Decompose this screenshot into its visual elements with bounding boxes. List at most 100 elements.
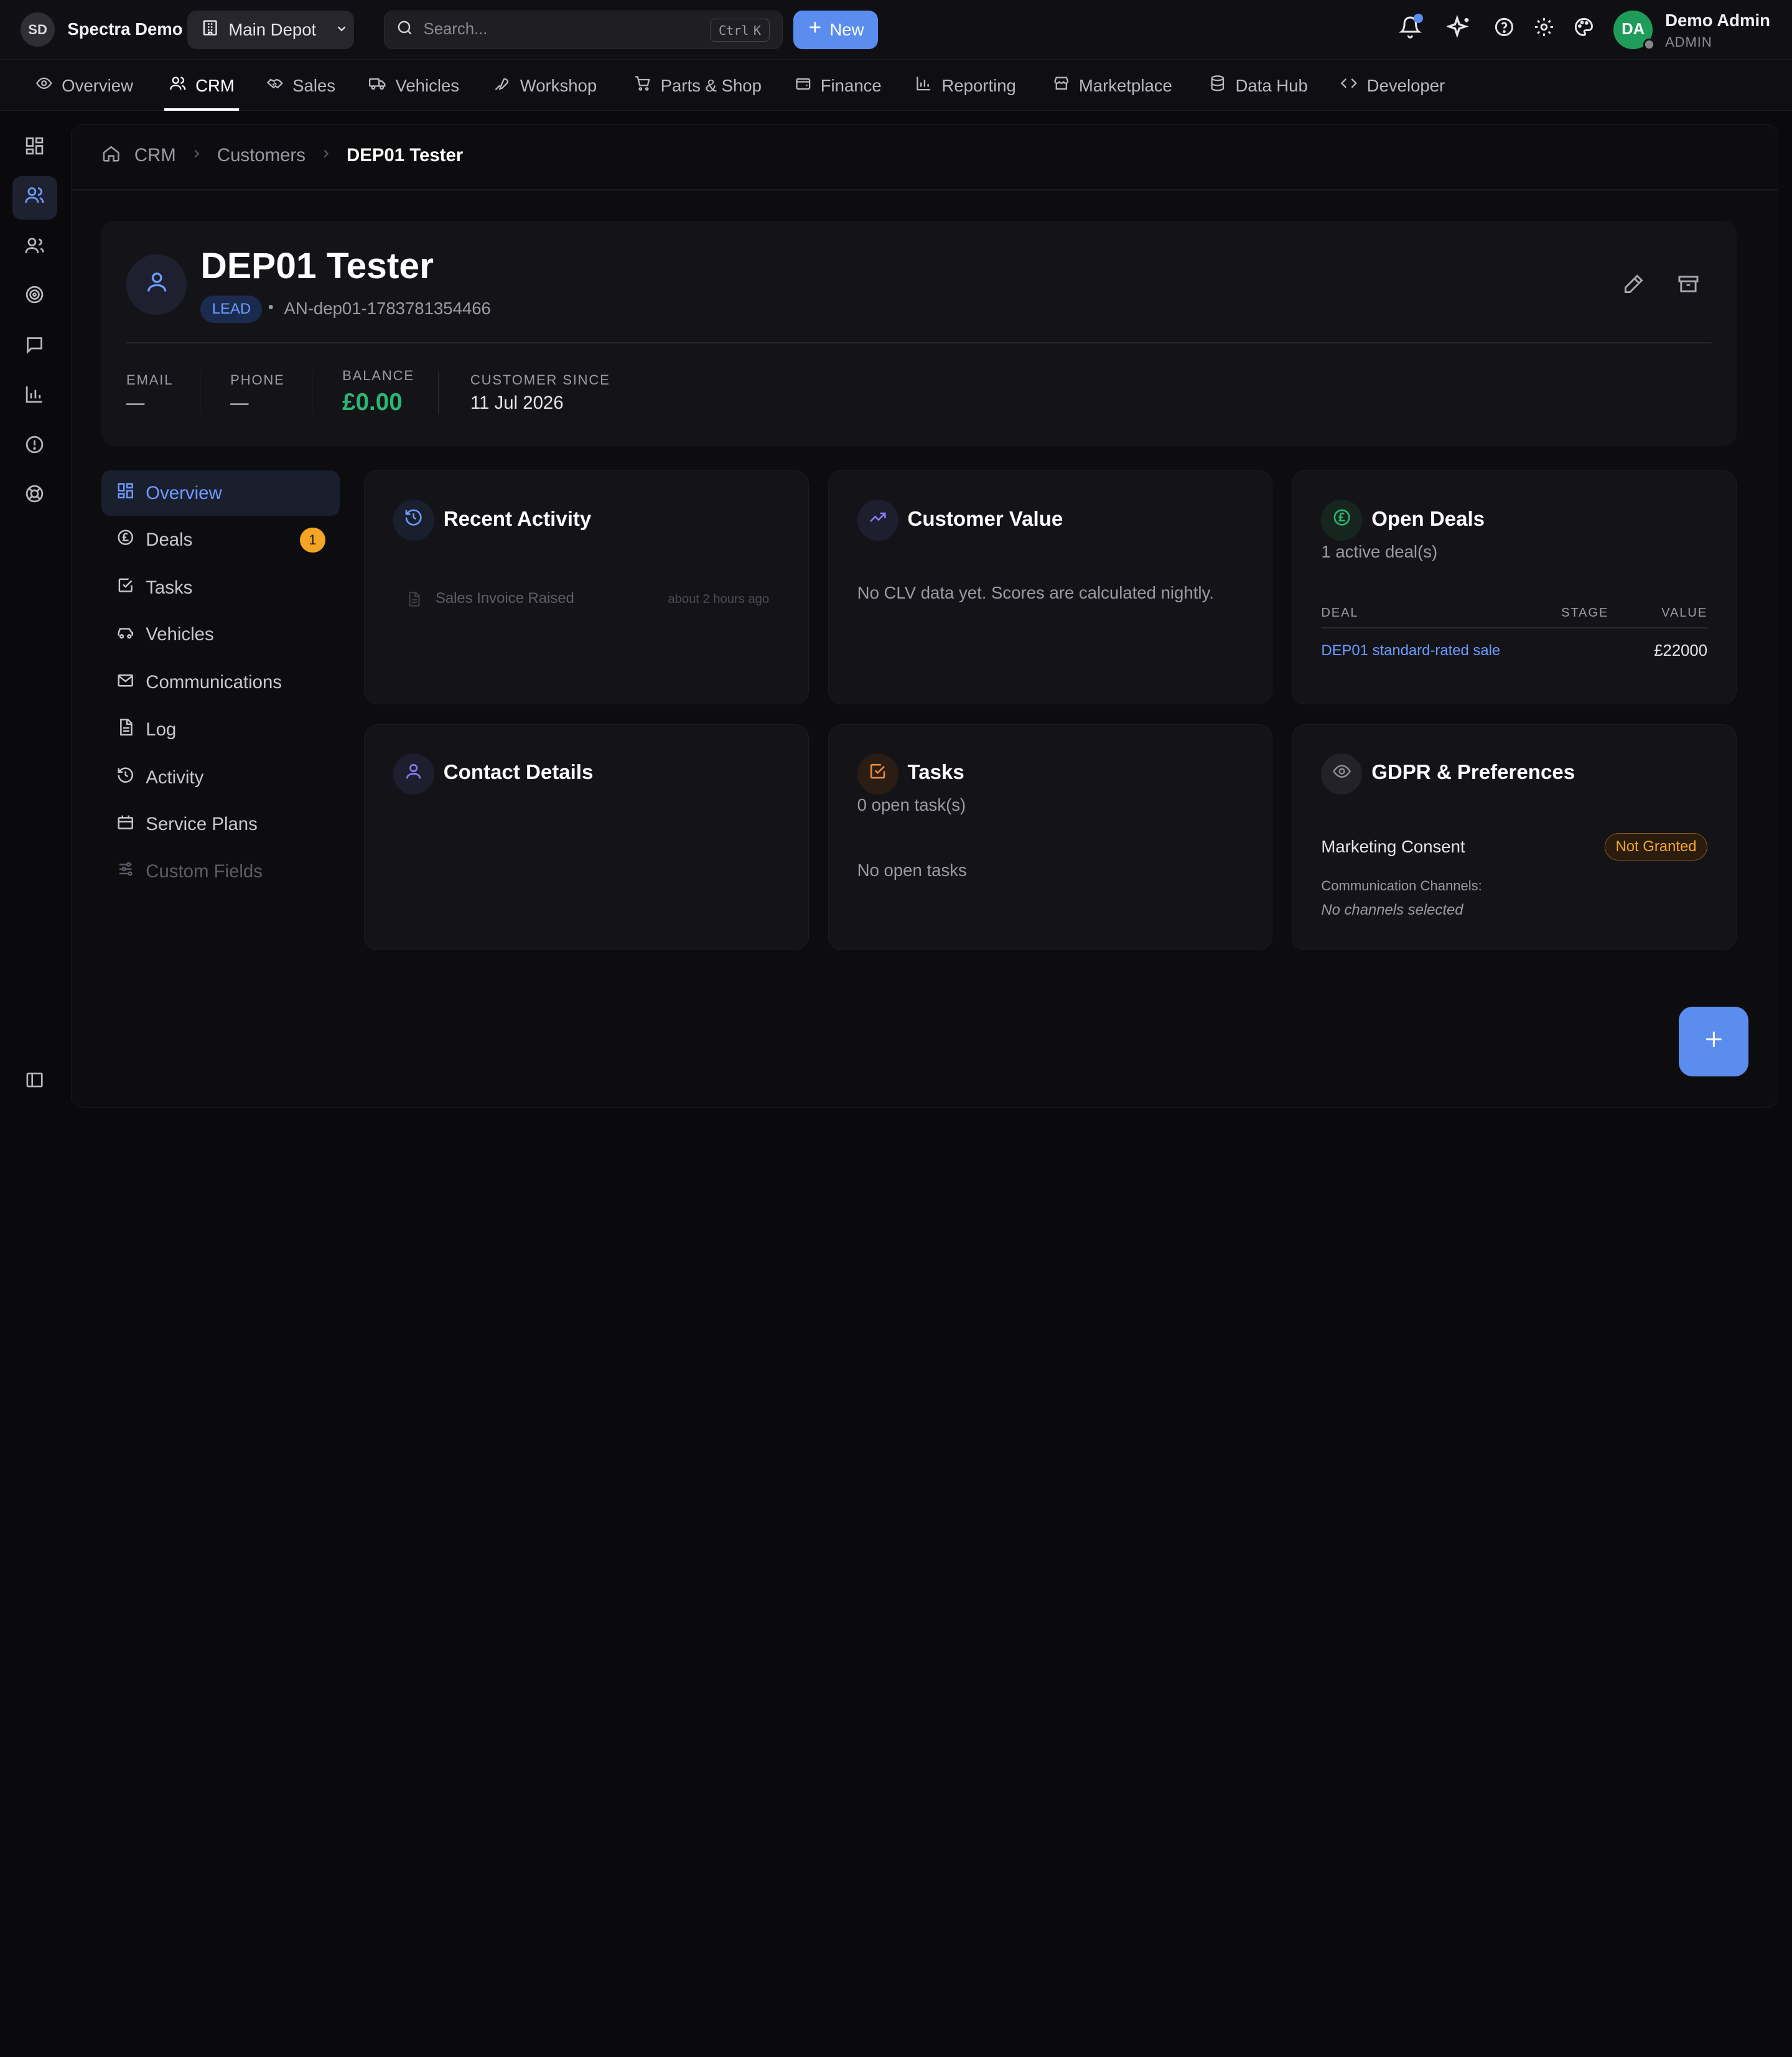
- code-icon: [1340, 75, 1358, 96]
- subnav-vehicles[interactable]: Vehicles: [101, 612, 340, 658]
- user-status-dot: [1643, 39, 1655, 50]
- customer-avatar: [126, 254, 187, 315]
- depot-selector[interactable]: Main Depot: [187, 10, 355, 49]
- tab-label: Marketplace: [1078, 75, 1172, 95]
- home-icon[interactable]: [101, 144, 121, 168]
- wrench-icon: [493, 75, 511, 96]
- balance-value: £0.00: [342, 389, 403, 416]
- user-avatar[interactable]: DA: [1613, 10, 1655, 50]
- tab-sales[interactable]: Sales: [266, 60, 335, 111]
- theme-button[interactable]: [1570, 16, 1598, 44]
- user-name[interactable]: Demo Admin: [1665, 11, 1770, 30]
- tab-marketplace[interactable]: Marketplace: [1053, 60, 1172, 111]
- search-input[interactable]: Search... Ctrl K: [384, 10, 783, 49]
- chevron-down-icon: [335, 20, 348, 40]
- message-square-icon: [24, 335, 45, 360]
- tab-developer[interactable]: Developer: [1340, 60, 1445, 111]
- rail-reports[interactable]: [12, 375, 57, 418]
- channels-label: Communication Channels:: [1321, 877, 1482, 893]
- subnav-tasks[interactable]: Tasks: [101, 565, 340, 610]
- email-label: EMAIL: [126, 371, 174, 388]
- tab-label: Sales: [292, 75, 336, 95]
- subnav-communications[interactable]: Communications: [101, 660, 340, 706]
- tab-parts-shop[interactable]: Parts & Shop: [634, 60, 762, 111]
- search-icon: [396, 19, 414, 41]
- tab-overview[interactable]: Overview: [35, 60, 133, 111]
- deal-value: £22000: [1654, 642, 1708, 660]
- tab-label: Parts & Shop: [660, 75, 762, 95]
- consent-status-badge: Not Granted: [1605, 833, 1708, 861]
- breadcrumb-current: DEP01 Tester: [346, 145, 464, 166]
- subnav-activity[interactable]: Activity: [101, 755, 340, 800]
- archive-customer-button[interactable]: [1674, 271, 1704, 301]
- rail-collapse[interactable]: [12, 1060, 57, 1104]
- deal-link[interactable]: DEP01 standard-rated sale: [1321, 642, 1500, 660]
- user-initials: DA: [1622, 21, 1645, 39]
- subnav-label: Tasks: [146, 577, 193, 599]
- shortcut-key-ctrl: Ctrl: [718, 22, 749, 38]
- recent-activity-card: Recent Activity Sales Invoice Raised abo…: [364, 470, 809, 705]
- breadcrumb-crm[interactable]: CRM: [134, 145, 176, 166]
- edit-customer-button[interactable]: [1619, 271, 1649, 301]
- table-header-divider: [1321, 627, 1708, 629]
- brand-avatar[interactable]: SD: [21, 12, 55, 47]
- subnav-deals[interactable]: Deals 1: [101, 517, 340, 562]
- customer-since-label: CUSTOMER SINCE: [470, 371, 610, 388]
- tab-finance[interactable]: Finance: [795, 60, 882, 111]
- help-button[interactable]: [1490, 16, 1518, 44]
- pencil-icon: [1623, 273, 1645, 300]
- subnav-label: Custom Fields: [146, 861, 263, 882]
- tab-data-hub[interactable]: Data Hub: [1209, 60, 1308, 111]
- subnav-log[interactable]: Log: [101, 707, 340, 752]
- brand-name[interactable]: Spectra Demo: [67, 19, 182, 39]
- check-square-icon: [116, 576, 134, 599]
- palette-icon: [1573, 16, 1595, 43]
- ai-assistant-button[interactable]: [1445, 14, 1473, 44]
- sliders-icon: [116, 860, 134, 883]
- rail-contacts[interactable]: [12, 226, 57, 270]
- card-title: GDPR & Preferences: [1371, 761, 1575, 785]
- store-icon: [1053, 75, 1070, 96]
- rail-targets[interactable]: [12, 276, 57, 319]
- file-icon: [406, 591, 422, 612]
- new-button-label: New: [829, 19, 864, 39]
- card-subtitle: 0 open task(s): [857, 795, 966, 815]
- rail-support[interactable]: [12, 474, 57, 518]
- rail-alerts[interactable]: [12, 425, 57, 469]
- quick-add-button[interactable]: [1679, 1007, 1749, 1077]
- user-role: ADMIN: [1665, 34, 1712, 50]
- rail-dashboard[interactable]: [12, 127, 57, 170]
- dashboard-icon: [116, 482, 134, 505]
- subnav-service-plans[interactable]: Service Plans: [101, 802, 340, 847]
- card-title: Recent Activity: [443, 507, 592, 531]
- search-shortcut: Ctrl K: [710, 19, 770, 42]
- tab-vehicles[interactable]: Vehicles: [369, 60, 459, 111]
- search-placeholder: Search...: [423, 21, 488, 39]
- subnav-custom-fields[interactable]: Custom Fields: [101, 849, 340, 894]
- notifications-button[interactable]: [1396, 14, 1424, 44]
- handshake-icon: [266, 75, 284, 96]
- card-icon: [857, 499, 898, 541]
- card-icon: [857, 753, 898, 795]
- trending-up-icon: [868, 508, 887, 532]
- pound-coin-icon: [116, 528, 134, 551]
- tab-workshop[interactable]: Workshop: [493, 60, 597, 111]
- gear-icon: [1533, 16, 1555, 43]
- new-button[interactable]: New: [793, 10, 878, 49]
- subnav-overview[interactable]: Overview: [101, 470, 340, 516]
- breadcrumb-customers[interactable]: Customers: [217, 145, 306, 166]
- tab-label: Workshop: [520, 75, 597, 95]
- activity-item-label[interactable]: Sales Invoice Raised: [436, 590, 574, 607]
- cart-icon: [634, 75, 651, 96]
- tab-crm[interactable]: CRM: [164, 60, 240, 111]
- card-icon: [393, 753, 435, 795]
- header-divider: [126, 342, 1712, 343]
- tab-reporting[interactable]: Reporting: [915, 60, 1016, 111]
- deals-col-value: VALUE: [1661, 605, 1708, 620]
- rail-customers[interactable]: [12, 175, 57, 220]
- settings-button[interactable]: [1530, 16, 1557, 44]
- rail-messages[interactable]: [12, 325, 57, 369]
- target-icon: [24, 284, 45, 310]
- stat-divider: [199, 371, 201, 414]
- history-icon: [404, 508, 423, 532]
